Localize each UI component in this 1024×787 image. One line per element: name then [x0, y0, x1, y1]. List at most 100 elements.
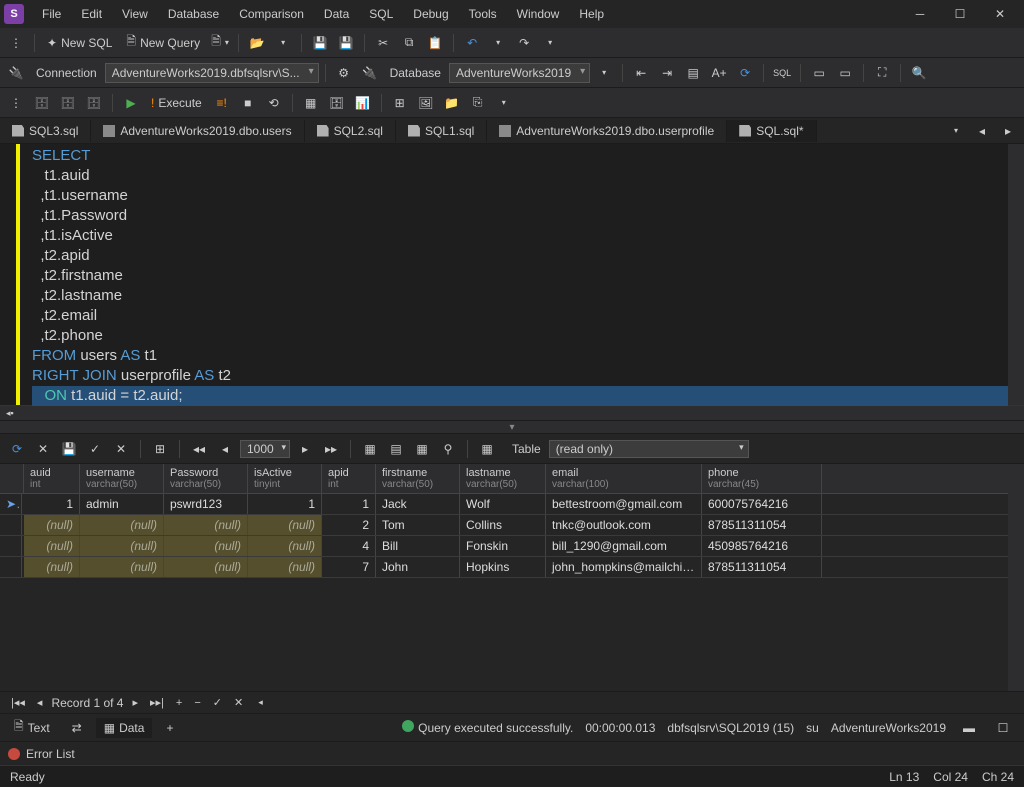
tab-swap[interactable]: ⇄	[64, 718, 90, 738]
save-button[interactable]: 💾	[308, 31, 332, 55]
cell[interactable]: Fonskin	[460, 536, 546, 556]
save-results-button[interactable]: 💾	[58, 438, 80, 460]
menu-window[interactable]: Window	[507, 3, 570, 25]
sql-editor[interactable]: SELECT t1.auid ,t1.username ,t1.Password…	[0, 144, 1024, 406]
layout1-button[interactable]: ▭	[807, 61, 831, 85]
plug-icon[interactable]: 🔌	[358, 61, 382, 85]
view4-button[interactable]: ⚲	[437, 438, 459, 460]
apply-button[interactable]: ✓	[84, 438, 106, 460]
menu-help[interactable]: Help	[569, 3, 614, 25]
code-area[interactable]: SELECT t1.auid ,t1.username ,t1.Password…	[28, 144, 1008, 405]
cell[interactable]: 878511311054	[702, 557, 822, 577]
menu-edit[interactable]: Edit	[71, 3, 112, 25]
column-header[interactable]: emailvarchar(100)	[546, 464, 702, 493]
grid-mode-button[interactable]: ⊞	[149, 438, 171, 460]
db-tool-icon[interactable]: 🗄	[325, 91, 349, 115]
database-dropdown[interactable]: AdventureWorks2019	[449, 63, 590, 83]
editor-tab[interactable]: AdventureWorks2019.dbo.users	[91, 120, 304, 142]
panel2-button[interactable]: ☐	[992, 717, 1014, 739]
menu-sql[interactable]: SQL	[359, 3, 403, 25]
cell[interactable]: (null)	[248, 557, 322, 577]
column-header[interactable]: isActivetinyint	[248, 464, 322, 493]
tab-data[interactable]: ▦Data	[96, 718, 153, 738]
editor-tab[interactable]: SQL1.sql	[396, 120, 487, 142]
tab-text[interactable]: 🗎Text	[6, 714, 58, 741]
nav-last-button[interactable]: ▸▸|	[147, 696, 167, 709]
cancel-button[interactable]: ✕	[32, 438, 54, 460]
tab-add-button[interactable]: +	[158, 718, 181, 738]
cell[interactable]: Collins	[460, 515, 546, 535]
readonly-dropdown[interactable]: (read only)	[549, 440, 749, 458]
execute-button[interactable]: ! Execute	[145, 93, 208, 113]
db2-icon[interactable]: 🗄	[56, 91, 80, 115]
connection-dropdown[interactable]: AdventureWorks2019.dbfsqlsrv\S...	[105, 63, 319, 83]
nav-commit-button[interactable]: ✓	[210, 696, 225, 709]
stop-button[interactable]: ■	[236, 91, 260, 115]
column-header[interactable]: Passwordvarchar(50)	[164, 464, 248, 493]
tab-next-button[interactable]: ▸	[996, 119, 1020, 143]
menu-debug[interactable]: Debug	[403, 3, 458, 25]
undo-button[interactable]: ↶	[460, 31, 484, 55]
nav-remove-button[interactable]: −	[191, 697, 203, 709]
table-row[interactable]: (null)(null)(null)(null)4BillFonskinbill…	[0, 536, 1008, 557]
page-size-input[interactable]: 1000	[240, 440, 290, 458]
cell[interactable]: (null)	[24, 557, 80, 577]
minimize-button[interactable]: ─	[900, 0, 940, 28]
cell[interactable]: (null)	[24, 536, 80, 556]
cell[interactable]: 2	[322, 515, 376, 535]
cell[interactable]: 1	[322, 494, 376, 514]
column-header[interactable]: lastnamevarchar(50)	[460, 464, 546, 493]
editor-hscroll[interactable]: ◂▪	[0, 406, 1024, 420]
save-all-button[interactable]: 💾	[334, 31, 358, 55]
last-page-button[interactable]: ▸▸	[320, 438, 342, 460]
first-page-button[interactable]: ◂◂	[188, 438, 210, 460]
cell[interactable]: 1	[248, 494, 322, 514]
cell[interactable]: 4	[322, 536, 376, 556]
cell[interactable]: Bill	[376, 536, 460, 556]
refresh-button[interactable]: ⟳	[733, 61, 757, 85]
table-row[interactable]: (null)(null)(null)(null)2TomCollinstnkc@…	[0, 515, 1008, 536]
cell[interactable]: (null)	[248, 515, 322, 535]
comment-button[interactable]: A+	[707, 61, 731, 85]
cell[interactable]: john_hompkins@mailchimp.com	[546, 557, 702, 577]
tab-prev-button[interactable]: ◂	[970, 119, 994, 143]
format-button[interactable]: ▤	[681, 61, 705, 85]
discard-button[interactable]: ✕	[110, 438, 132, 460]
loop-button[interactable]: ⟲	[262, 91, 286, 115]
nav-prev-button[interactable]: ◂	[34, 696, 46, 709]
menu-tools[interactable]: Tools	[459, 3, 507, 25]
grid-scrollbar[interactable]	[1008, 464, 1024, 691]
column-header[interactable]: phonevarchar(45)	[702, 464, 822, 493]
cell[interactable]: bettestroom@gmail.com	[546, 494, 702, 514]
column-header[interactable]: firstnamevarchar(50)	[376, 464, 460, 493]
cell[interactable]: Hopkins	[460, 557, 546, 577]
cell[interactable]: John	[376, 557, 460, 577]
nav-scroll-left[interactable]: ◂	[258, 697, 263, 708]
editor-tab[interactable]: AdventureWorks2019.dbo.userprofile	[487, 120, 727, 142]
editor-tab[interactable]: SQL3.sql	[0, 120, 91, 142]
cell[interactable]: (null)	[80, 515, 164, 535]
prev-page-button[interactable]: ◂	[214, 438, 236, 460]
nav-first-button[interactable]: |◂◂	[8, 696, 28, 709]
editor-tab[interactable]: SQL2.sql	[305, 120, 396, 142]
menu-database[interactable]: Database	[158, 3, 229, 25]
cell[interactable]: tnkc@outlook.com	[546, 515, 702, 535]
redo-button[interactable]: ↷	[512, 31, 536, 55]
undo-dropdown[interactable]: ▾	[486, 31, 510, 55]
db-dropdown-extra[interactable]: ▾	[592, 61, 616, 85]
editor-tab[interactable]: SQL.sql*	[727, 120, 816, 142]
indent-button[interactable]: ⇤	[629, 61, 653, 85]
chart-icon[interactable]: 📊	[351, 91, 375, 115]
horizontal-splitter[interactable]	[0, 420, 1024, 434]
cell[interactable]: (null)	[248, 536, 322, 556]
table-row[interactable]: (null)(null)(null)(null)7JohnHopkinsjohn…	[0, 557, 1008, 578]
results-grid[interactable]: auidintusernamevarchar(50)Passwordvarcha…	[0, 464, 1024, 691]
open-dropdown[interactable]: ▾	[271, 31, 295, 55]
cell[interactable]: Jack	[376, 494, 460, 514]
layout2-button[interactable]: ▭	[833, 61, 857, 85]
view3-button[interactable]: ▦	[411, 438, 433, 460]
cell[interactable]: bill_1290@gmail.com	[546, 536, 702, 556]
view5-button[interactable]: ▦	[476, 438, 498, 460]
close-button[interactable]: ✕	[980, 0, 1020, 28]
column-header[interactable]: usernamevarchar(50)	[80, 464, 164, 493]
